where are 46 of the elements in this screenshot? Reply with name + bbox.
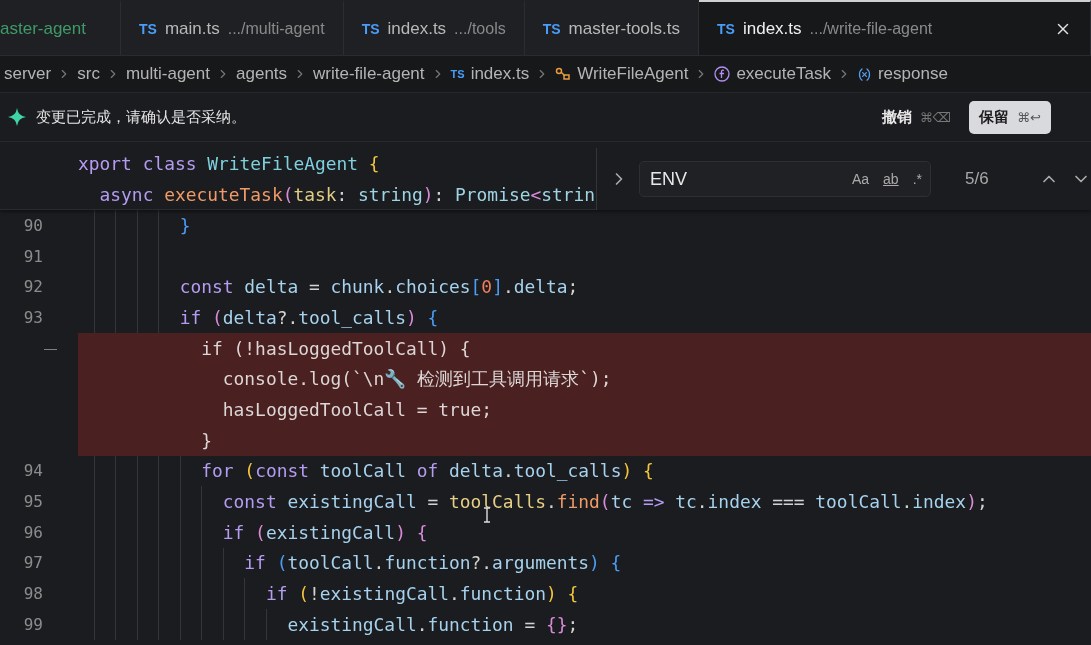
sticky-code-line: xport class WriteFileAgent {	[78, 152, 380, 174]
line-number: 95	[22, 492, 43, 512]
deleted-marker: —	[44, 339, 57, 358]
keep-button[interactable]: 保留 ⌘↩	[969, 100, 1051, 134]
line-number: 93	[22, 307, 43, 327]
editor-tab[interactable]: TS index.ts .../write-file-agent	[699, 0, 1091, 55]
code-line: existingCall.function = {};	[286, 613, 579, 635]
undo-button[interactable]: 撤销 ⌘⌫	[875, 106, 958, 128]
find-option-button[interactable]: ab	[883, 171, 899, 187]
code-line: }	[200, 429, 213, 451]
find-option-button[interactable]: .*	[912, 171, 922, 187]
code-line: }	[178, 214, 191, 236]
code-line: const existingCall = toolCalls.find(tc => tc.index === toolCall.index);	[221, 491, 988, 513]
code-line: console.log(`\n🔧 检测到工具调用请求`);	[221, 366, 612, 391]
find-option-button[interactable]: Aa	[851, 171, 870, 187]
code-line: if (!hasLoggedToolCall) {	[200, 337, 471, 359]
breadcrumb-item[interactable]: src	[77, 64, 100, 84]
code-line: hasLoggedToolCall = true;	[221, 398, 493, 420]
line-number: 94	[22, 461, 43, 481]
line-number: 99	[22, 614, 43, 634]
breadcrumb-item[interactable]: index.ts	[470, 64, 530, 84]
editor-tab[interactable]: aster-agent	[0, 0, 121, 55]
line-number: 98	[22, 584, 43, 604]
breadcrumb-item[interactable]: WriteFileAgent	[577, 64, 689, 84]
breadcrumb-item[interactable]: server	[4, 64, 52, 84]
breadcrumb-item[interactable]: agents	[236, 64, 288, 84]
line-number: 97	[22, 553, 43, 573]
line-number: 96	[22, 522, 43, 542]
code-line: if (toolCall.function?.arguments) {	[243, 552, 622, 574]
breadcrumb-item[interactable]: write-file-agent	[313, 64, 425, 84]
find-field[interactable]: ENV Aa ab .*	[639, 161, 931, 197]
breadcrumb-item[interactable]: multi-agent	[125, 64, 210, 84]
match-count: 5/6	[965, 169, 989, 189]
breadcrumb-item[interactable]: executeTask	[736, 64, 831, 84]
typescript-icon: TS	[450, 68, 465, 80]
code-line: if (!existingCall.function) {	[264, 583, 579, 605]
notice-message: 变更已完成，请确认是否采纳。	[36, 107, 246, 127]
line-number: 90	[22, 215, 43, 235]
code-line: const delta = chunk.choices[0].delta;	[178, 276, 579, 298]
sticky-code-line: async executeTask(task: string): Promise<strin	[98, 183, 596, 205]
breadcrumb-item[interactable]: response	[877, 64, 948, 84]
code-line: if (existingCall) {	[221, 521, 428, 543]
code-line: if (delta?.tool_calls) {	[178, 306, 439, 328]
code-line: for (const toolCall of delta.tool_calls) {	[200, 460, 654, 482]
line-number: 92	[22, 277, 43, 297]
line-number: 91	[22, 246, 43, 266]
